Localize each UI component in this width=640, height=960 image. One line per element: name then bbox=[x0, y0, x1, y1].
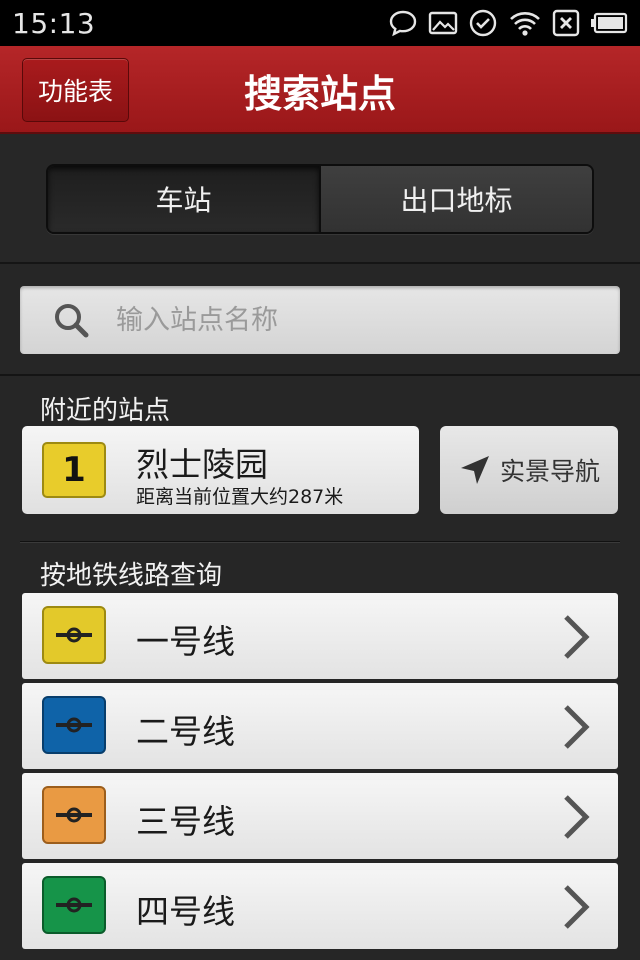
metro-line-1-row[interactable]: 一号线 bbox=[22, 593, 618, 679]
chevron-right-icon bbox=[564, 885, 590, 929]
metro-line-icon bbox=[42, 876, 106, 934]
metro-line-name: 一号线 bbox=[136, 622, 235, 661]
chevron-right-icon bbox=[564, 795, 590, 839]
search-icon bbox=[55, 304, 89, 338]
battery-icon bbox=[590, 11, 628, 35]
metro-line-name: 二号线 bbox=[136, 712, 235, 751]
tab-exit-landmarks[interactable]: 出口地标 bbox=[319, 166, 592, 232]
segmented-control: 车站 出口地标 bbox=[46, 164, 594, 234]
nearby-section-label: 附近的站点 bbox=[40, 396, 171, 426]
check-circle-icon bbox=[468, 8, 498, 38]
line-number-badge: 1 bbox=[42, 442, 106, 498]
message-icon bbox=[388, 9, 418, 37]
metro-line-name: 四号线 bbox=[136, 892, 235, 931]
lines-section-label: 按地铁线路查询 bbox=[40, 561, 223, 591]
metro-line-icon bbox=[42, 606, 106, 664]
image-icon bbox=[428, 10, 458, 36]
status-bar: 15:13 bbox=[0, 0, 640, 46]
nearby-station-card[interactable]: 1 烈士陵园 距离当前位置大约287米 bbox=[22, 426, 419, 514]
title-bar: 功能表 搜索站点 bbox=[0, 46, 640, 134]
metro-line-2-row[interactable]: 二号线 bbox=[22, 683, 618, 769]
tabs-area: 车站 出口地标 bbox=[0, 134, 640, 264]
status-icons bbox=[388, 8, 628, 38]
metro-line-icon bbox=[42, 696, 106, 754]
divider bbox=[20, 541, 620, 543]
tab-stations[interactable]: 车站 bbox=[48, 166, 319, 232]
chevron-right-icon bbox=[564, 705, 590, 749]
chevron-right-icon bbox=[564, 615, 590, 659]
station-distance: 距离当前位置大约287米 bbox=[136, 486, 344, 508]
wifi-icon bbox=[508, 9, 542, 37]
search-input[interactable] bbox=[116, 304, 596, 336]
search-box[interactable] bbox=[20, 286, 620, 354]
ar-navigation-button[interactable]: 实景导航 bbox=[440, 426, 618, 514]
search-area bbox=[0, 266, 640, 376]
station-name: 烈士陵园 bbox=[136, 445, 268, 484]
sim-blocked-icon bbox=[552, 9, 580, 37]
ar-navigation-label: 实景导航 bbox=[499, 457, 600, 486]
metro-line-icon bbox=[42, 786, 106, 844]
status-time: 15:13 bbox=[12, 6, 96, 40]
metro-line-name: 三号线 bbox=[136, 802, 235, 841]
navigation-arrow-icon bbox=[460, 456, 489, 484]
metro-line-4-row[interactable]: 四号线 bbox=[22, 863, 618, 949]
metro-line-3-row[interactable]: 三号线 bbox=[22, 773, 618, 859]
menu-button[interactable]: 功能表 bbox=[22, 58, 129, 122]
